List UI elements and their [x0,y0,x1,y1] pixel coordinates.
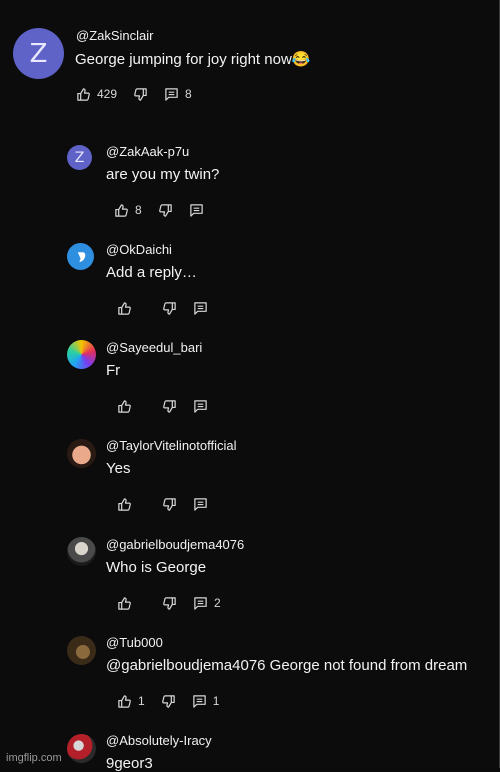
thumbs-up-icon [118,399,131,413]
like-button[interactable] [117,596,132,611]
dislike-button[interactable] [158,203,173,218]
reply-count: 8 [185,87,192,101]
thumbs-down-icon [161,694,175,708]
reply-button[interactable]: 8 [164,87,192,102]
watermark: imgflip.com [6,752,62,764]
thumbs-up-icon [118,694,131,708]
comment-actions: 2 [117,594,237,612]
thumbs-down-icon [163,596,176,610]
like-button[interactable]: 8 [114,203,142,218]
like-count: 1 [138,694,145,708]
comment-text: Who is George [106,559,207,576]
comment-text: Yes [106,460,131,477]
comment-actions: 8 [114,201,220,219]
thumbs-down-icon [158,203,172,217]
comment-text: Fr [106,362,121,379]
comment-text: George jumping for joy right now😂 [75,51,311,68]
reply-button[interactable] [193,497,208,512]
thumbs-down-icon [163,399,176,413]
reply-button[interactable]: 2 [193,596,221,611]
dislike-button[interactable] [133,87,148,102]
comment-icon [192,694,206,708]
thumbs-up-icon [77,87,90,101]
dislike-button[interactable] [162,301,177,316]
comment-author[interactable]: @Absolutely-Iracy [106,733,212,748]
thumbs-up-icon [115,203,128,217]
comment-actions [117,397,224,415]
comments-panel: Z @ZakSinclair George jumping for joy ri… [0,0,500,772]
avatar-letter: Z [74,149,85,166]
dislike-button[interactable] [162,399,177,414]
reply-button[interactable] [193,301,208,316]
comment-actions [117,495,224,513]
comment-author[interactable]: @ZakSinclair [76,28,154,43]
thumbs-up-icon [118,596,131,610]
comment-author[interactable]: @Sayeedul_bari [106,340,202,355]
comment-icon [194,596,207,610]
avatar-letter: Z [29,38,48,69]
avatar[interactable] [67,734,96,763]
comment-icon [194,497,207,511]
avatar[interactable] [67,243,94,270]
reply-count: 2 [214,596,221,610]
comment-author[interactable]: @ZakAak-p7u [106,144,189,159]
comment-icon [189,203,203,217]
avatar[interactable] [67,636,96,665]
comment-text: are you my twin? [106,166,220,183]
comment-icon [165,87,178,101]
comment-text: Add a reply… [106,264,197,281]
like-count: 8 [135,203,142,217]
avatar[interactable] [67,439,96,468]
avatar[interactable]: Z [13,28,64,79]
comment-actions: 1 1 [117,692,235,710]
reply-button[interactable] [189,203,204,218]
thumbs-up-icon [118,497,131,511]
avatar[interactable] [67,340,96,369]
reply-button[interactable] [193,399,208,414]
avatar[interactable]: Z [67,145,92,170]
like-button[interactable] [117,399,132,414]
dislike-button[interactable] [161,694,176,709]
comment-text: 9geor3 [106,755,153,772]
comment-author[interactable]: @Tub000 [106,635,163,650]
thumbs-up-icon [118,301,131,315]
thumbs-down-icon [163,301,176,315]
thumbs-down-icon [163,497,176,511]
avatar-logo [77,251,85,262]
dislike-button[interactable] [162,497,177,512]
thumbs-down-icon [134,87,147,101]
comment-author[interactable]: @gabrielboudjema4076 [106,537,244,552]
like-button[interactable] [117,497,132,512]
comment-actions: 429 8 [76,85,208,103]
comment-author[interactable]: @OkDaichi [106,242,172,257]
avatar[interactable] [67,537,96,566]
comment-author[interactable]: @TaylorVitelinotofficial [106,438,237,453]
reply-count: 1 [212,694,220,708]
comment-icon [194,301,207,315]
like-button[interactable] [117,301,132,316]
comment-actions [117,299,224,317]
dislike-button[interactable] [162,596,177,611]
comment-icon [194,399,207,413]
reply-button[interactable]: 1 [192,694,220,709]
comment-text: @gabrielboudjema4076 George not found fr… [106,657,468,674]
like-count: 429 [97,87,118,101]
like-button[interactable]: 1 [117,694,145,709]
like-button[interactable]: 429 [76,87,117,102]
